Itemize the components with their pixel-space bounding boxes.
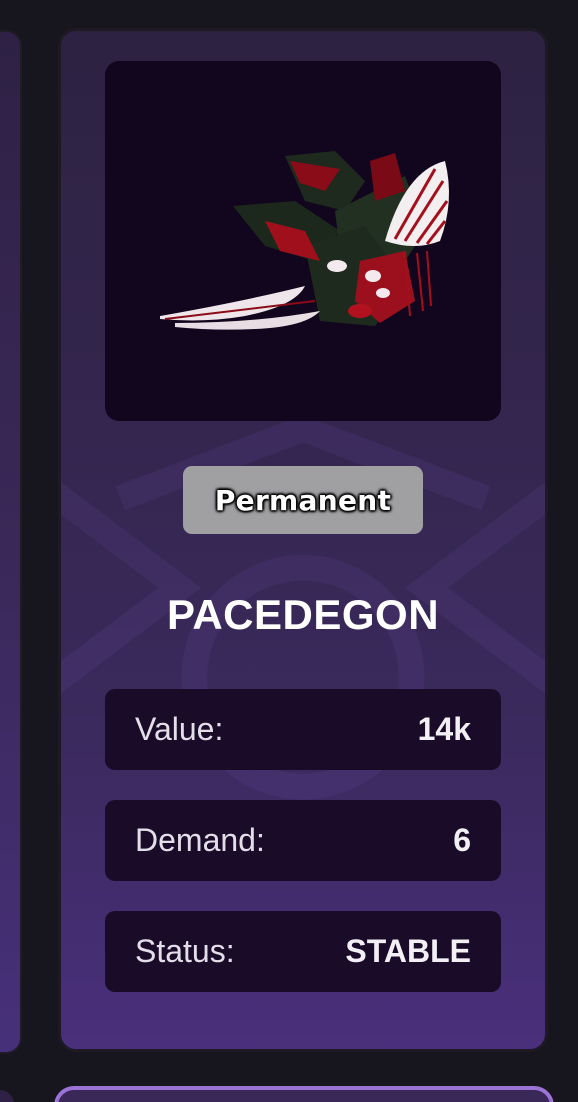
status-row: Status: STABLE: [105, 911, 501, 992]
item-image-frame: [105, 61, 501, 421]
value-amount: 14k: [417, 711, 471, 747]
demand-row: Demand: 6: [105, 800, 501, 881]
value-row: Value: 14k: [105, 689, 501, 770]
item-card[interactable]: Permanent PACEDEGON Value: 14k Demand: 6…: [58, 28, 548, 1052]
demand-label: Demand:: [135, 822, 265, 858]
dragon-creature-image: [160, 151, 449, 330]
status-value: STABLE: [345, 933, 471, 969]
item-name: PACEDEGON: [166, 591, 440, 638]
status-label: Status:: [135, 933, 235, 969]
previous-item-card-bottom[interactable]: [0, 1090, 14, 1102]
page: Permanent PACEDEGON Value: 14k Demand: 6…: [0, 0, 578, 1102]
permanent-badge: Permanent: [183, 466, 423, 534]
value-label: Value:: [135, 711, 224, 747]
demand-amount: 6: [453, 822, 471, 858]
previous-item-card[interactable]: [0, 30, 22, 1054]
next-item-card[interactable]: [54, 1086, 554, 1102]
